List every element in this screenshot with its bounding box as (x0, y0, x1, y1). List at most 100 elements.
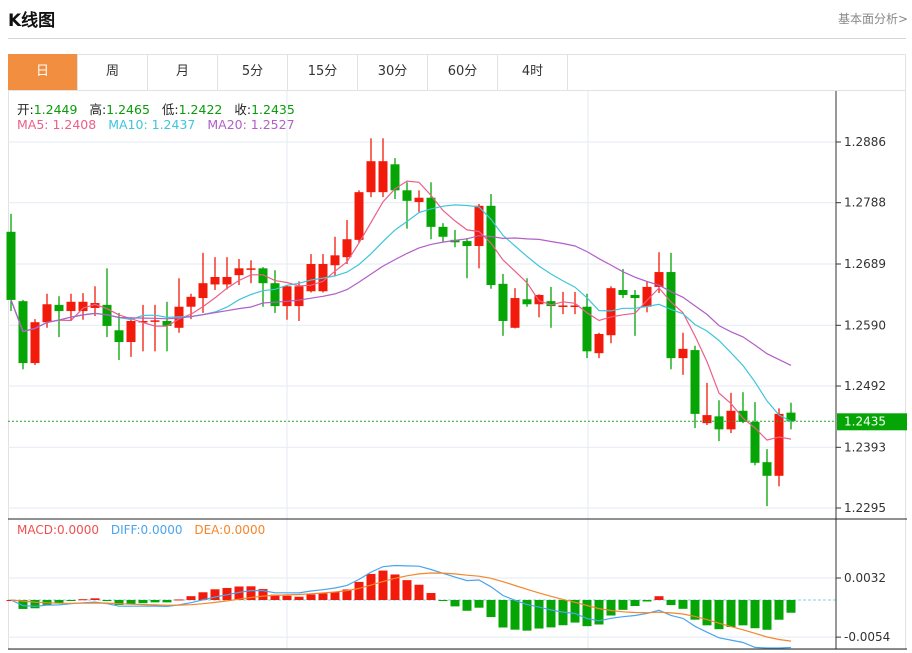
candle-body (714, 416, 724, 430)
candle-body (114, 330, 124, 343)
macd-bar (450, 600, 460, 607)
candle-body (354, 192, 364, 240)
candle-body (198, 283, 208, 299)
candle-body (606, 288, 616, 336)
macd-bar (642, 600, 652, 602)
macd-bar (30, 600, 40, 609)
candle-body (150, 320, 160, 322)
macd-bar (714, 600, 724, 630)
candle-body (558, 305, 568, 307)
macd-bar (750, 600, 760, 629)
open-value: 1.2449 (33, 102, 78, 117)
close-label: 收: (234, 102, 252, 117)
candle-body (702, 415, 712, 424)
macd-bar (294, 596, 304, 600)
candle-body (498, 283, 508, 321)
candle-body (774, 413, 784, 476)
candle-body (438, 226, 448, 237)
macd-bar (102, 600, 112, 602)
macd-bar (126, 600, 136, 605)
ma20-value: MA20: 1.2527 (207, 117, 295, 132)
ma-info: MA5: 1.2408 MA10: 1.2437 MA20: 1.2527 (17, 117, 303, 132)
macd-bar (282, 595, 292, 600)
macd-value: MACD:0.0000 (17, 523, 100, 537)
macd-bar (486, 600, 496, 618)
macd-bar (402, 580, 412, 600)
candle-body (726, 410, 736, 430)
candle-body (594, 333, 604, 354)
candle-body (378, 161, 388, 193)
macd-bar (354, 581, 364, 600)
candle-body (294, 286, 304, 307)
candle-body (342, 239, 352, 258)
low-label: 低: (161, 102, 179, 117)
macd-bar (474, 600, 484, 608)
candle-body (126, 320, 136, 343)
macd-bar (630, 600, 640, 607)
macd-bar (786, 600, 796, 613)
last-price-tag-label: 1.2435 (844, 414, 886, 428)
candle-body (282, 286, 292, 307)
candle-body (762, 462, 772, 476)
price-tick-label: 1.2689 (844, 257, 886, 271)
candle-body (18, 301, 28, 364)
candle-body (510, 298, 520, 328)
open-label: 开: (17, 102, 34, 117)
macd-bar (318, 593, 328, 600)
price-tick-label: 1.2788 (844, 196, 886, 210)
macd-bar (330, 592, 340, 600)
candle-body (54, 304, 64, 312)
macd-tick-label: -0.0054 (844, 630, 890, 644)
candle-body (66, 301, 76, 312)
macd-bar (534, 600, 544, 629)
candle-body (78, 301, 88, 312)
candle-body (414, 197, 424, 203)
candle-body (618, 290, 628, 295)
dea-value: DEA:0.0000 (194, 523, 266, 537)
ohlc-info: 开:1.2449 高:1.2465 低:1.2422 收:1.2435 (17, 99, 303, 118)
macd-bar (582, 600, 592, 627)
macd-bar (726, 600, 736, 628)
candle-body (42, 304, 52, 323)
candle-body (426, 197, 436, 227)
macd-bar (210, 589, 220, 600)
high-label: 高: (89, 102, 107, 117)
close-value: 1.2435 (251, 102, 295, 117)
candle-body (630, 294, 640, 299)
candle-body (222, 277, 232, 285)
price-tick-label: 1.2295 (844, 501, 886, 515)
macd-bar (678, 600, 688, 609)
diff-value: DIFF:0.0000 (110, 523, 183, 537)
low-value: 1.2422 (178, 102, 223, 117)
kline-chart[interactable]: 1.2886 1.2788 1.2689 1.2590 1.2492 1.2393 1.22… (0, 0, 912, 653)
macd-bar (66, 600, 76, 601)
candle-body (246, 268, 256, 270)
macd-bar (162, 600, 172, 603)
dea-line (10, 572, 792, 642)
candle-body (582, 306, 592, 352)
candle-body (366, 161, 376, 193)
macd-bar (654, 596, 664, 600)
candle-body (162, 320, 172, 326)
candle-body (402, 190, 412, 201)
candle-body (486, 205, 496, 286)
macd-bar (378, 570, 388, 600)
macd-tick-label: 0.0032 (844, 571, 886, 585)
macd-bar (150, 600, 160, 603)
candle-body (210, 277, 220, 285)
candle-body (330, 255, 340, 266)
candle-body (474, 205, 484, 247)
macd-bar (510, 600, 520, 630)
candle-body (666, 272, 676, 359)
candle-body (186, 296, 196, 307)
macd-bar (414, 584, 424, 600)
macd-bar (774, 600, 784, 620)
macd-bar (618, 600, 628, 610)
high-value: 1.2465 (106, 102, 150, 117)
macd-bar (306, 594, 316, 600)
price-tick-label: 1.2393 (844, 440, 886, 454)
macd-bar (498, 600, 508, 628)
ma5-value: MA5: 1.2408 (17, 117, 97, 132)
price-tick-label: 1.2492 (844, 379, 886, 393)
macd-bar (366, 573, 376, 600)
